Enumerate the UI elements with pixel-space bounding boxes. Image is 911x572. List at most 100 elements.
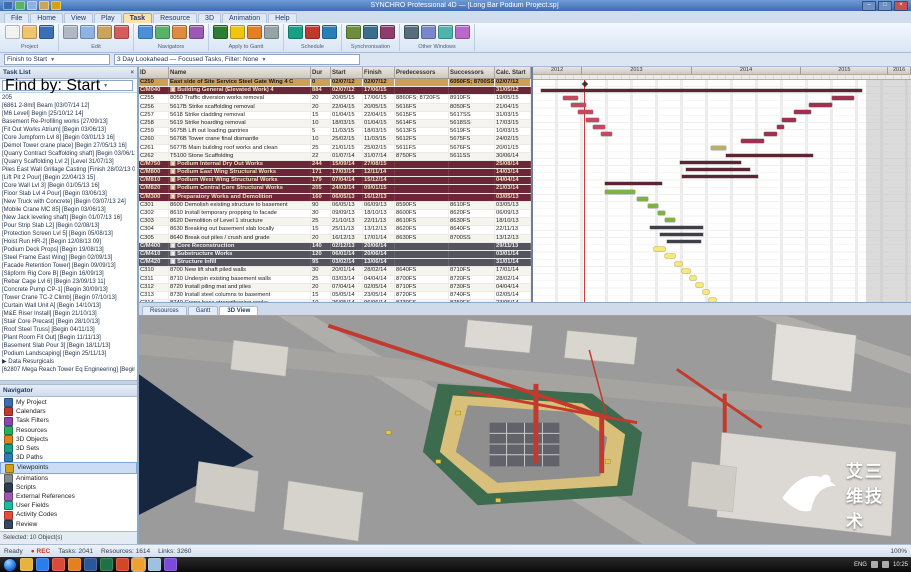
ribbon-tab-home[interactable]: Home <box>30 13 63 23</box>
gantt-bar[interactable] <box>605 182 662 185</box>
task-row[interactable]: C2615677B Main building roof works and c… <box>139 145 531 153</box>
gantt-bar[interactable] <box>709 298 717 302</box>
gantt-window-icon[interactable] <box>404 25 419 39</box>
tree-item[interactable]: [Hoist Run HR-2] [Begin 12/08/13 09] <box>2 238 135 246</box>
internet-explorer-icon[interactable] <box>36 558 49 571</box>
tree-item[interactable]: [Podium Deck Props] [Begin 19/08/13] <box>2 246 135 254</box>
task-row[interactable]: C250East side of Site Service Steel Gate… <box>139 79 531 87</box>
column-header[interactable]: Finish <box>363 67 395 78</box>
delete-icon[interactable] <box>114 25 129 39</box>
3d-navigator-icon[interactable] <box>172 25 187 39</box>
gantt-bar[interactable] <box>650 226 703 229</box>
gantt-bar[interactable] <box>605 190 635 194</box>
copy-icon[interactable] <box>80 25 95 39</box>
gantt-bar[interactable] <box>690 276 696 280</box>
focus-icon[interactable] <box>213 25 228 39</box>
viewpoint-navigator-icon[interactable] <box>189 25 204 39</box>
gantt-bar[interactable] <box>660 233 703 236</box>
tree-item[interactable]: [Floor Slab Lvl 4 Pour] [Begin 03/06/13] <box>2 190 135 198</box>
task-row[interactable]: C2575618 Strike cladding removal1501/04/… <box>139 112 531 120</box>
tree-item[interactable]: [Protection Screen Lvl 5] [Begin 05/08/1… <box>2 230 135 238</box>
gantt-bar[interactable] <box>654 247 665 251</box>
gantt-bar[interactable] <box>667 240 701 243</box>
navigator-item[interactable]: Calendars <box>0 407 137 416</box>
gantt-bar[interactable] <box>586 118 599 122</box>
tree-item[interactable]: [M&E Riser Install] [Begin 21/10/13] <box>2 310 135 318</box>
task-row[interactable]: C3138730 Install steel columns to baseme… <box>139 292 531 300</box>
undo-icon[interactable] <box>15 1 25 10</box>
ribbon-tab-animation[interactable]: Animation <box>222 13 267 23</box>
task-navigator-icon[interactable] <box>138 25 153 39</box>
task-row[interactable]: C/M040▣ Building General (Elevated Work)… <box>139 87 531 95</box>
task-row[interactable]: C/M400▣ Core Reconstruction14002/12/1320… <box>139 243 531 251</box>
tree-item[interactable]: [Mobile Crane MC 85] [Begin 03/06/13] <box>2 206 135 214</box>
gantt-bar[interactable] <box>665 254 674 258</box>
gantt-bar[interactable] <box>582 81 588 87</box>
gantt-bar[interactable] <box>601 132 612 136</box>
open-project-icon[interactable] <box>22 25 37 39</box>
navigator-item[interactable]: My Project <box>0 398 137 407</box>
tree-item[interactable]: [Curtain Wall Unit A] [Begin 14/10/13] <box>2 302 135 310</box>
tree-item[interactable]: [Steel Frame East Wing] [Begin 02/09/13] <box>2 254 135 262</box>
explorer-icon[interactable] <box>20 558 33 571</box>
firefox-icon[interactable] <box>68 558 81 571</box>
column-header[interactable]: Predecessors <box>395 67 449 78</box>
task-row[interactable]: C/M820▣ Podium Central Core Structural W… <box>139 185 531 193</box>
tree-item[interactable]: [Lift Pit 2 Pour] [Begin 22/04/13 15] <box>2 174 135 182</box>
gantt-bar[interactable] <box>563 96 578 100</box>
gantt-bar[interactable] <box>682 175 758 178</box>
navigator-item[interactable]: 3D Paths <box>0 453 137 462</box>
column-header[interactable]: Start <box>331 67 363 78</box>
task-row[interactable]: C2595675B Lift out loading gantries511/0… <box>139 128 531 136</box>
tree-item[interactable]: [Tower Crane TC-2 Climb] [Begin 07/10/13… <box>2 294 135 302</box>
synchro-icon[interactable] <box>132 558 145 571</box>
navigator-item[interactable]: Task Filters <box>0 416 137 425</box>
word-icon[interactable] <box>84 558 97 571</box>
save-icon[interactable] <box>3 1 13 10</box>
tree-filter-combobox[interactable]: Find by: Start ▼ <box>2 80 133 91</box>
navigator-item[interactable]: 3D Objects <box>0 435 137 444</box>
navigator-item[interactable]: Animations <box>0 474 137 483</box>
task-row[interactable]: C262T5100 Stone Scaffolding2201/07/1431/… <box>139 153 531 161</box>
tree-item[interactable]: 205 <box>2 94 135 102</box>
maximize-button[interactable]: □ <box>878 1 892 11</box>
tree-item[interactable]: [Pour Strip Slab L2] [Begin 02/08/13] <box>2 222 135 230</box>
reschedule-icon[interactable] <box>322 25 337 39</box>
column-header[interactable]: Successors <box>449 67 495 78</box>
gantt-bar[interactable] <box>764 132 777 136</box>
tree-item[interactable]: [Quarry Contract Scaffolding shaft] [Beg… <box>2 150 135 158</box>
tree-item[interactable]: [Demol Tower crane place] [Begin 27/05/1… <box>2 142 135 150</box>
tree-item[interactable]: ▶ Data Resurgicals <box>2 358 135 366</box>
language-indicator[interactable]: ENG <box>854 562 867 568</box>
task-row[interactable]: C/M300▣ Preparatory Works and Demolition… <box>139 194 531 202</box>
compare-icon[interactable] <box>380 25 395 39</box>
navigator-item[interactable]: Activity Codes <box>0 510 137 519</box>
task-row[interactable]: C2565617B Strike scaffolding removal2022… <box>139 104 531 112</box>
tree-item[interactable]: [62807 Mega Reach Tower Eq Engineering] … <box>2 366 135 374</box>
report-window-icon[interactable] <box>455 25 470 39</box>
gantt-bar[interactable] <box>686 168 750 171</box>
gantt-bar[interactable] <box>777 125 785 129</box>
task-row[interactable]: C3038620 Demolition of Level 1 structure… <box>139 218 531 226</box>
gantt-bar[interactable] <box>658 211 666 215</box>
gantt-bar[interactable] <box>782 118 795 122</box>
filter-icon[interactable] <box>230 25 245 39</box>
resource-navigator-icon[interactable] <box>155 25 170 39</box>
filter-combobox[interactable]: 3 Day Lookahead — Focused Tasks, Filter:… <box>114 54 360 65</box>
redo-icon[interactable] <box>27 1 37 10</box>
link-type-combobox[interactable]: Finish to Start ▼ <box>4 54 110 65</box>
task-row[interactable]: C3108700 New lift shaft piled walls3020/… <box>139 267 531 275</box>
save-project-icon[interactable] <box>39 25 54 39</box>
gantt-bar[interactable] <box>696 283 704 287</box>
ribbon-tab-file[interactable]: File <box>4 13 29 23</box>
task-row[interactable]: C2605676B Tower crane final dismantle102… <box>139 136 531 144</box>
gantt-bar[interactable] <box>726 154 813 157</box>
3d-viewport[interactable]: 艾三维技术 <box>139 316 911 544</box>
task-row[interactable]: C/M800▣ Podium East Wing Structural Work… <box>139 169 531 177</box>
pane-tab-3d-view[interactable]: 3D View <box>219 306 258 315</box>
task-row[interactable]: C3118710 Underpin existing basement wall… <box>139 276 531 284</box>
clock[interactable]: 10:25 <box>893 562 908 568</box>
new-project-icon[interactable] <box>5 25 20 39</box>
ribbon-tab-3d[interactable]: 3D <box>198 13 221 23</box>
sync-from-icon[interactable] <box>346 25 361 39</box>
